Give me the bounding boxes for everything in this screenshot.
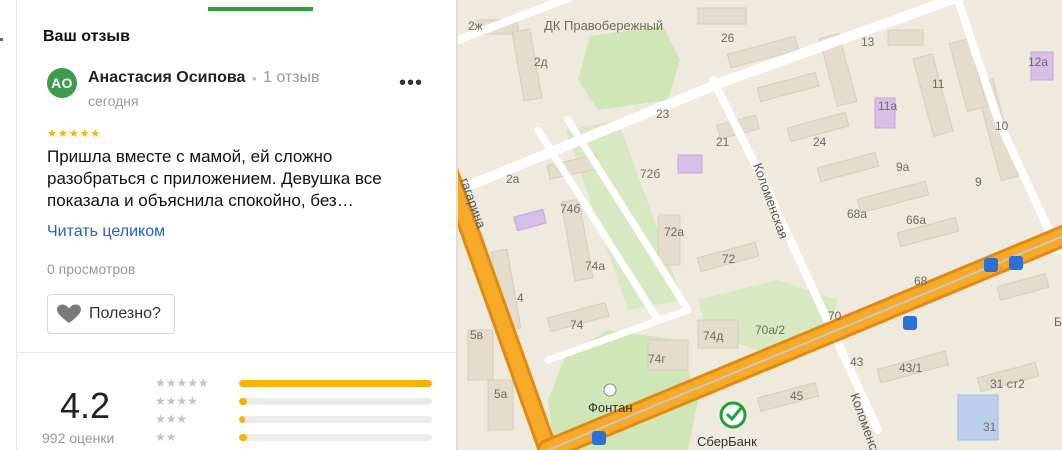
rating-distribution-row-2: ★★: [155, 430, 435, 444]
rating-count: 992 оценки: [42, 430, 115, 446]
bus-stop-icon: [592, 431, 606, 445]
map-label-dk[interactable]: ДК Правобережный: [544, 18, 663, 33]
svg-text:21: 21: [716, 135, 730, 149]
svg-text:СберБанк: СберБанк: [697, 434, 757, 449]
panel-left-border: [16, 0, 17, 450]
active-tab-indicator: [208, 7, 313, 11]
svg-text:72: 72: [722, 252, 736, 266]
review-stars: ★★★★★: [47, 128, 102, 140]
svg-text:43/1: 43/1: [899, 361, 923, 375]
svg-text:43: 43: [850, 355, 864, 369]
rating-distribution-row-5: ★★★★★: [155, 376, 435, 390]
review-panel: Ваш отзыв АО Анастасия Осипова • 1 отзыв…: [0, 0, 456, 450]
distribution-bar-4: [239, 398, 432, 405]
svg-text:74: 74: [570, 318, 584, 332]
svg-text:2а: 2а: [506, 172, 520, 186]
svg-text:Б: Б: [1054, 315, 1062, 329]
useful-button[interactable]: Полезно?: [47, 294, 175, 334]
author-name[interactable]: Анастасия Осипова: [88, 69, 245, 87]
read-more-link[interactable]: Читать целиком: [47, 223, 165, 241]
map-view[interactable]: 2ж 26 2д 13 12а 11а 11 23 21 24 10 9а 2а…: [458, 0, 1062, 450]
distribution-bar-5: [239, 380, 432, 387]
svg-text:74а: 74а: [585, 259, 605, 273]
svg-text:23: 23: [656, 107, 670, 121]
sberbank-logo-icon: [719, 401, 747, 429]
collapse-handle[interactable]: [0, 38, 3, 41]
svg-text:66а: 66а: [906, 213, 926, 227]
svg-text:70: 70: [828, 309, 842, 323]
distribution-stars-2: ★★: [155, 430, 177, 444]
svg-text:72а: 72а: [664, 225, 684, 239]
bus-stop-icon: [903, 316, 917, 330]
more-options-icon[interactable]: •••: [399, 72, 423, 95]
avatar[interactable]: АО: [47, 68, 77, 98]
views-count: 0 просмотров: [47, 261, 136, 277]
svg-text:13: 13: [861, 35, 875, 49]
svg-text:11а: 11а: [878, 99, 897, 113]
section-divider: [17, 352, 456, 353]
heart-icon: [57, 304, 81, 323]
svg-text:12а: 12а: [1028, 55, 1048, 69]
svg-text:2ж: 2ж: [468, 19, 483, 33]
distribution-stars-3: ★★★: [155, 412, 188, 426]
svg-text:5в: 5в: [470, 328, 483, 342]
average-rating: 4.2: [60, 385, 111, 426]
svg-text:24: 24: [813, 135, 827, 149]
useful-button-label: Полезно?: [89, 305, 161, 322]
svg-text:68а: 68а: [847, 207, 867, 221]
map-street-label-kolomenskaya: Коломенская: [750, 161, 791, 241]
distribution-stars-4: ★★★★: [155, 394, 199, 408]
svg-text:9а: 9а: [896, 160, 910, 174]
svg-text:9: 9: [975, 175, 982, 189]
author-review-count: 1 отзыв: [263, 69, 320, 86]
svg-text:Фонтан: Фонтан: [588, 400, 633, 415]
svg-text:72б: 72б: [640, 167, 660, 181]
distribution-bar-2: [239, 434, 432, 441]
rating-distribution-row-3: ★★★: [155, 412, 435, 426]
svg-text:4: 4: [517, 291, 524, 305]
review-date: сегодня: [88, 93, 139, 109]
distribution-stars-5: ★★★★★: [155, 376, 209, 390]
svg-text:10: 10: [995, 119, 1009, 133]
svg-text:31: 31: [983, 420, 997, 434]
rating-distribution-row-4: ★★★★: [155, 394, 435, 408]
svg-text:74б: 74б: [560, 202, 580, 216]
bus-stop-icon: [984, 258, 998, 272]
bus-stop-icon: [1009, 256, 1023, 270]
svg-text:74д: 74д: [703, 329, 723, 343]
distribution-bar-3: [239, 416, 432, 423]
author-separator: •: [252, 71, 257, 86]
map-canvas[interactable]: 2ж 26 2д 13 12а 11а 11 23 21 24 10 9а 2а…: [458, 0, 1062, 450]
svg-text:70а/2: 70а/2: [755, 323, 785, 337]
svg-text:11: 11: [932, 77, 945, 91]
sberbank-poi[interactable]: СберБанк: [697, 401, 757, 449]
svg-text:2д: 2д: [534, 55, 548, 69]
svg-text:5а: 5а: [494, 387, 508, 401]
svg-text:45: 45: [790, 389, 804, 403]
section-title: Ваш отзыв: [43, 28, 130, 45]
svg-text:68: 68: [914, 274, 928, 288]
fountain-icon: [603, 383, 617, 397]
svg-text:31 ст2: 31 ст2: [990, 377, 1025, 391]
svg-text:26: 26: [721, 31, 735, 45]
svg-text:74г: 74г: [648, 352, 666, 366]
review-text: Пришла вместе с мамой, ей сложно разобра…: [47, 147, 382, 210]
